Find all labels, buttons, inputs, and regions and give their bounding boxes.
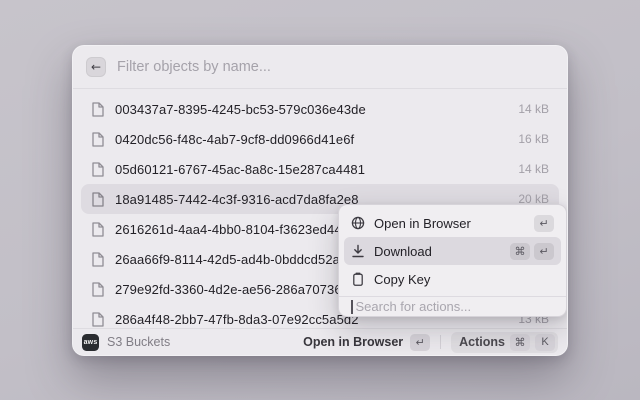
object-name: 2616261d-4aa4-4bb0-8104-f3623ed4415a bbox=[115, 222, 364, 237]
search-header: ← bbox=[73, 46, 567, 89]
object-name: 279e92fd-3360-4d2e-ae56-286a70736fb2 bbox=[115, 282, 360, 297]
command-key-icon: ⌘ bbox=[510, 243, 530, 260]
actions-search-placeholder: Search for actions... bbox=[354, 299, 472, 314]
back-arrow-icon: ← bbox=[91, 61, 101, 73]
k-key-icon: K bbox=[535, 334, 555, 351]
list-item[interactable]: 003437a7-8395-4245-bc53-579c036e43de 14 … bbox=[81, 94, 559, 124]
document-icon bbox=[91, 192, 104, 207]
object-name: 18a91485-7442-4c3f-9316-acd7da8fa2e8 bbox=[115, 192, 359, 207]
globe-icon bbox=[351, 216, 365, 230]
aws-logo-icon: aws bbox=[82, 334, 99, 351]
object-name: 26aa66f9-8114-42d5-ad4b-0bddcd52abba bbox=[115, 252, 362, 267]
object-name: 0420dc56-f48c-4ab7-9cf8-dd0966d41e6f bbox=[115, 132, 354, 147]
launcher-window: ← 003437a7-8395-4245-bc53-579c036e43de 1… bbox=[72, 45, 568, 356]
object-size: 14 kB bbox=[518, 102, 549, 116]
footer-divider bbox=[440, 335, 441, 349]
back-button[interactable]: ← bbox=[86, 57, 106, 77]
document-icon bbox=[91, 312, 104, 327]
download-icon bbox=[351, 244, 365, 258]
document-icon bbox=[91, 162, 104, 177]
actions-menu-items: Open in Browser ↵ Download ⌘ ↵ Copy Key bbox=[339, 205, 566, 295]
filter-objects-input[interactable] bbox=[117, 59, 554, 75]
document-icon bbox=[91, 102, 104, 117]
object-size: 16 kB bbox=[518, 132, 549, 146]
return-key-icon: ↵ bbox=[534, 215, 554, 232]
primary-action-button[interactable]: Open in Browser ↵ bbox=[303, 334, 430, 351]
command-key-icon: ⌘ bbox=[510, 334, 530, 351]
object-name: 286a4f48-2bb7-47fb-8da3-07e92cc5a5d2 bbox=[115, 312, 359, 327]
menu-item-copy-key[interactable]: Copy Key bbox=[344, 265, 561, 293]
object-name: 003437a7-8395-4245-bc53-579c036e43de bbox=[115, 102, 366, 117]
actions-search-input[interactable]: Search for actions... bbox=[339, 297, 566, 316]
document-icon bbox=[91, 282, 104, 297]
status-bar: aws S3 Buckets Open in Browser ↵ Actions… bbox=[73, 328, 567, 355]
text-cursor bbox=[351, 300, 353, 314]
return-key-icon: ↵ bbox=[410, 334, 430, 351]
object-name: 05d60121-6767-45ac-8a8c-15e287ca4481 bbox=[115, 162, 365, 177]
menu-item-download[interactable]: Download ⌘ ↵ bbox=[344, 237, 561, 265]
document-icon bbox=[91, 132, 104, 147]
list-item[interactable]: 0420dc56-f48c-4ab7-9cf8-dd0966d41e6f 16 … bbox=[81, 124, 559, 154]
document-icon bbox=[91, 252, 104, 267]
return-key-icon: ↵ bbox=[534, 243, 554, 260]
list-item[interactable]: 05d60121-6767-45ac-8a8c-15e287ca4481 14 … bbox=[81, 154, 559, 184]
document-icon bbox=[91, 222, 104, 237]
actions-button[interactable]: Actions ⌘ K bbox=[451, 332, 558, 353]
actions-menu: Open in Browser ↵ Download ⌘ ↵ Copy Key bbox=[338, 204, 567, 317]
object-size: 14 kB bbox=[518, 162, 549, 176]
clipboard-icon bbox=[351, 272, 365, 286]
extension-name: S3 Buckets bbox=[107, 335, 170, 349]
menu-item-open-in-browser[interactable]: Open in Browser ↵ bbox=[344, 209, 561, 237]
